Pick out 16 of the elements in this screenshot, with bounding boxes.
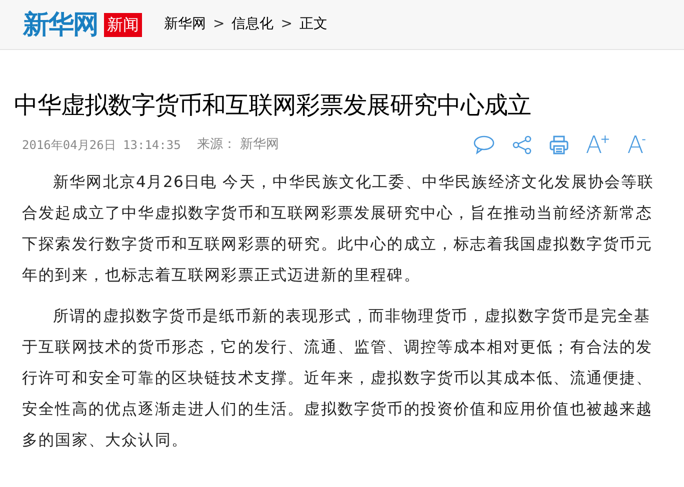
breadcrumb-link[interactable]: 正文 — [299, 14, 328, 35]
breadcrumb-separator: > — [213, 15, 225, 34]
source-name: 新华网 — [240, 136, 279, 154]
share-icon[interactable] — [512, 135, 532, 155]
print-icon[interactable] — [548, 135, 569, 155]
news-badge: 新闻 — [104, 12, 142, 36]
site-logo[interactable]: 新华网 — [23, 12, 98, 38]
article-paragraph: 新华网北京4月26日电 今天，中华民族文化工委、中华民族经济文化发展协会等联合发起成立了中华虚拟数字货币和互联网彩票发展研究中心，旨在推动当前经济新常态下探索发行数字货币和互联网彩票的研究。此中心的成立，标志着我国虚拟数字货币元年的到来，也标志着互联网彩票正式迈进新的里程碑。 — [22, 172, 656, 286]
breadcrumb-link[interactable]: 信息化 — [232, 14, 274, 35]
breadcrumb-link[interactable]: 新华网 — [164, 14, 206, 35]
source-label: 来源： — [196, 136, 236, 154]
breadcrumb-separator: > — [280, 15, 292, 34]
article-title: 中华虚拟数字货币和互联网彩票发展研究中心成立 — [14, 90, 532, 120]
comment-icon[interactable] — [472, 135, 495, 155]
article-paragraph: 所谓的虚拟数字货币是纸币新的表现形式，而非物理货币，虚拟数字货币是完全基于互联网技术的货币形态，它的发行、流通、监管、调控等成本相对更低；有合法的发行许可和安全可靠的区块链技术支撑。近年来，虚拟数字货币以其成本低、流通便捷、安全性高的优点逐渐走进人们的生活。虚拟数字货币的投资价值和应用价值也被越来越多的国家、大众认同。 — [22, 306, 654, 451]
publish-date: 2016年04月26日 13:14:35 — [22, 137, 181, 154]
